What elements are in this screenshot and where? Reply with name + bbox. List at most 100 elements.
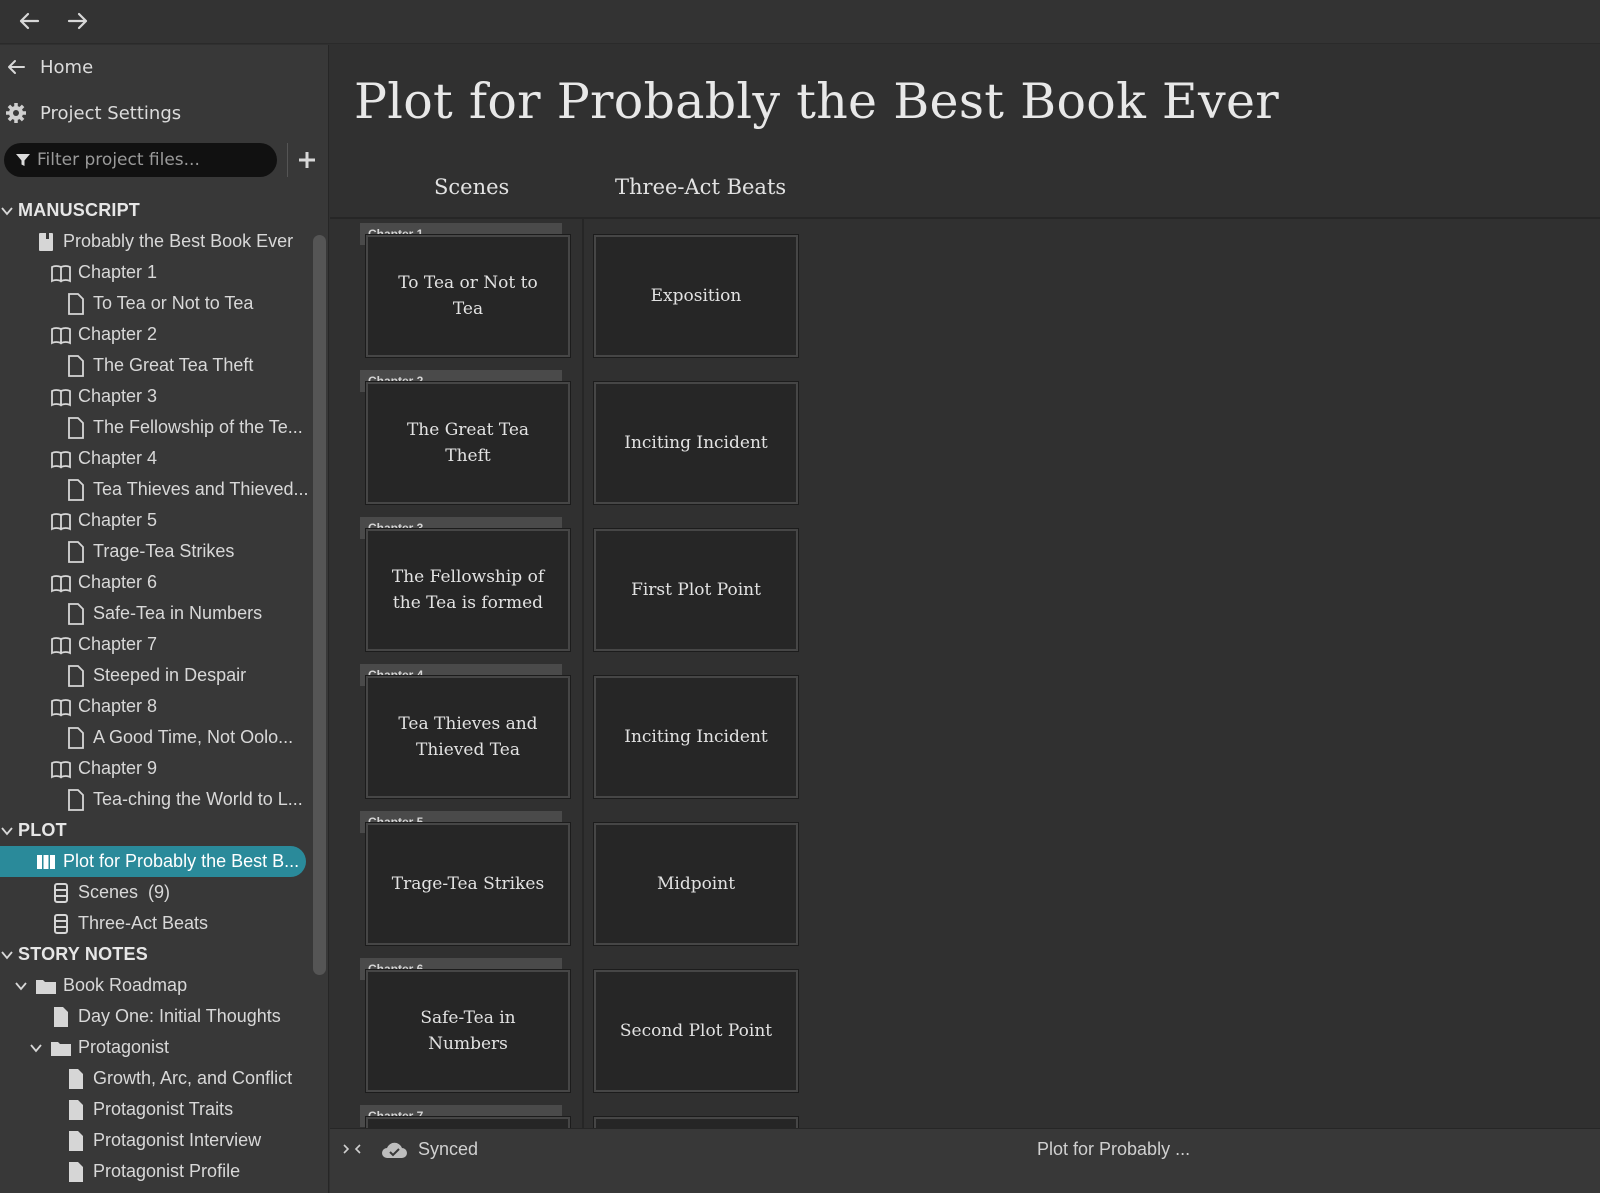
tree-item-chapter[interactable]: Chapter 8: [0, 691, 312, 722]
tree-label: Plot for Probably the Best B...: [63, 851, 300, 871]
tree-item-chapter[interactable]: Chapter 6: [0, 567, 312, 598]
beat-card[interactable]: Midpoint: [594, 823, 798, 945]
beat-card[interactable]: Second Plot Point: [594, 970, 798, 1092]
tree-item-note[interactable]: Protagonist Profile: [0, 1156, 312, 1187]
beat-card[interactable]: Inciting Incident: [594, 382, 798, 504]
tree-label: Chapter 2: [78, 324, 158, 344]
tree-label: A Good Time, Not Oolo...: [93, 727, 294, 747]
tree-label: Chapter 1: [78, 262, 158, 282]
file-icon: [69, 1161, 83, 1182]
chevron-down-icon: [1, 826, 13, 835]
tree-item-scenes[interactable]: Scenes (9): [0, 877, 312, 908]
tree-label: Chapter 4: [78, 448, 158, 468]
section-story-notes[interactable]: STORY NOTES: [0, 939, 312, 970]
file-icon: [69, 1130, 83, 1151]
section-plot[interactable]: PLOT: [0, 815, 312, 846]
open-book-icon: [51, 326, 71, 344]
tree-label: Chapter 8: [78, 696, 158, 716]
folder-icon: [36, 979, 56, 994]
document-icon: [68, 540, 84, 563]
cloud-check-icon: [382, 1142, 407, 1158]
project-settings-link[interactable]: Project Settings: [0, 93, 181, 133]
column-header-scenes[interactable]: Scenes: [434, 175, 509, 199]
scene-card[interactable]: Tea Thieves and Thieved Tea: [366, 676, 570, 798]
add-file-button[interactable]: [296, 149, 318, 171]
tree-item-chapter[interactable]: Chapter 3: [0, 381, 312, 412]
file-icon: [54, 1006, 68, 1027]
current-document-label: Plot for Probably ...: [1037, 1139, 1191, 1159]
file-icon: [69, 1068, 83, 1089]
back-button[interactable]: [14, 6, 44, 36]
tree-item-chapter[interactable]: Chapter 7: [0, 629, 312, 660]
tree-item-scene[interactable]: The Fellowship of the Te...: [0, 412, 312, 443]
tree-item-chapter[interactable]: Chapter 9: [0, 753, 312, 784]
tree-item-scene[interactable]: To Tea or Not to Tea: [0, 288, 312, 319]
scene-card[interactable]: The Fellowship of the Tea is formed: [366, 529, 570, 651]
tree-item-note[interactable]: Protagonist Interview: [0, 1125, 312, 1156]
scenes-count: (9): [148, 882, 171, 902]
tree-item-chapter[interactable]: Chapter 2: [0, 319, 312, 350]
document-icon: [68, 416, 84, 439]
scene-card[interactable]: The Great Tea Theft: [366, 382, 570, 504]
tree-item-scene[interactable]: The Great Tea Theft: [0, 350, 312, 381]
tree-label: Chapter 3: [78, 386, 158, 406]
open-book-icon: [51, 388, 71, 406]
tree-item-note[interactable]: Growth, Arc, and Conflict: [0, 1063, 312, 1094]
tree-label: Protagonist: [78, 1037, 170, 1057]
open-book-icon: [51, 636, 71, 654]
tree-item-note[interactable]: Protagonist Traits: [0, 1094, 312, 1125]
tree-label: Chapter 5: [78, 510, 158, 530]
filter-icon: [16, 154, 30, 166]
forward-button[interactable]: [63, 6, 93, 36]
tree-label: Tea-ching the World to L...: [93, 789, 303, 809]
arrow-right-icon: [67, 12, 88, 30]
chevron-down-icon: [1, 950, 13, 959]
filter-input[interactable]: [37, 150, 262, 170]
tree-label: Day One: Initial Thoughts: [78, 1006, 281, 1026]
tree-item-scene[interactable]: Steeped in Despair: [0, 660, 312, 691]
gear-icon: [6, 103, 26, 123]
home-link[interactable]: Home: [0, 47, 93, 87]
tree-item-chapter[interactable]: Chapter 1: [0, 257, 312, 288]
scene-card[interactable]: Trage-Tea Strikes: [366, 823, 570, 945]
tree-item-three-act-beats[interactable]: Three-Act Beats: [0, 908, 312, 939]
section-manuscript[interactable]: MANUSCRIPT: [0, 195, 312, 226]
tree-item-scene[interactable]: A Good Time, Not Oolo...: [0, 722, 312, 753]
sync-label: Synced: [418, 1139, 479, 1159]
tree-item-chapter[interactable]: Chapter 5: [0, 505, 312, 536]
filter-field: [4, 143, 277, 177]
plus-icon: [299, 152, 315, 168]
open-book-icon: [51, 760, 71, 778]
scene-card[interactable]: [366, 1117, 570, 1128]
scene-card[interactable]: Safe-Tea in Numbers: [366, 970, 570, 1092]
chevron-down-icon: [30, 1043, 42, 1052]
tree-item-plot-board[interactable]: Plot for Probably the Best B...: [0, 846, 306, 877]
tree-label: To Tea or Not to Tea: [93, 293, 254, 313]
tree-label: Probably the Best Book Ever: [63, 231, 294, 251]
tree-item-book-roadmap[interactable]: Book Roadmap: [0, 970, 312, 1001]
tree-item-chapter[interactable]: Chapter 4: [0, 443, 312, 474]
tree-item-protagonist[interactable]: Protagonist: [0, 1032, 312, 1063]
divider: [330, 217, 1600, 219]
column-header-three-act-beats[interactable]: Three-Act Beats: [615, 175, 786, 199]
beat-card[interactable]: Inciting Incident: [594, 676, 798, 798]
tree-item-scene[interactable]: Tea Thieves and Thieved...: [0, 474, 312, 505]
sync-status[interactable]: Synced: [380, 1139, 478, 1160]
tree-item-book[interactable]: Probably the Best Book Ever: [0, 226, 312, 257]
beat-card[interactable]: [594, 1117, 798, 1128]
chevron-down-icon: [1, 206, 13, 215]
tree-label: Safe-Tea in Numbers: [93, 603, 263, 623]
beat-card[interactable]: First Plot Point: [594, 529, 798, 651]
document-icon: [68, 602, 84, 625]
scene-card[interactable]: To Tea or Not to Tea: [366, 235, 570, 357]
tree-item-day-one[interactable]: Day One: Initial Thoughts: [0, 1001, 312, 1032]
beat-card[interactable]: Exposition: [594, 235, 798, 357]
tree-item-scene[interactable]: Trage-Tea Strikes: [0, 536, 312, 567]
collapse-sidebar-button[interactable]: [342, 1139, 362, 1159]
tree-item-scene[interactable]: Safe-Tea in Numbers: [0, 598, 312, 629]
open-book-icon: [51, 512, 71, 530]
tree-item-scene[interactable]: Tea-ching the World to L...: [0, 784, 312, 815]
sidebar-scrollbar[interactable]: [313, 235, 326, 975]
tree-label: Chapter 7: [78, 634, 158, 654]
tree-label: Scenes: [78, 882, 139, 902]
